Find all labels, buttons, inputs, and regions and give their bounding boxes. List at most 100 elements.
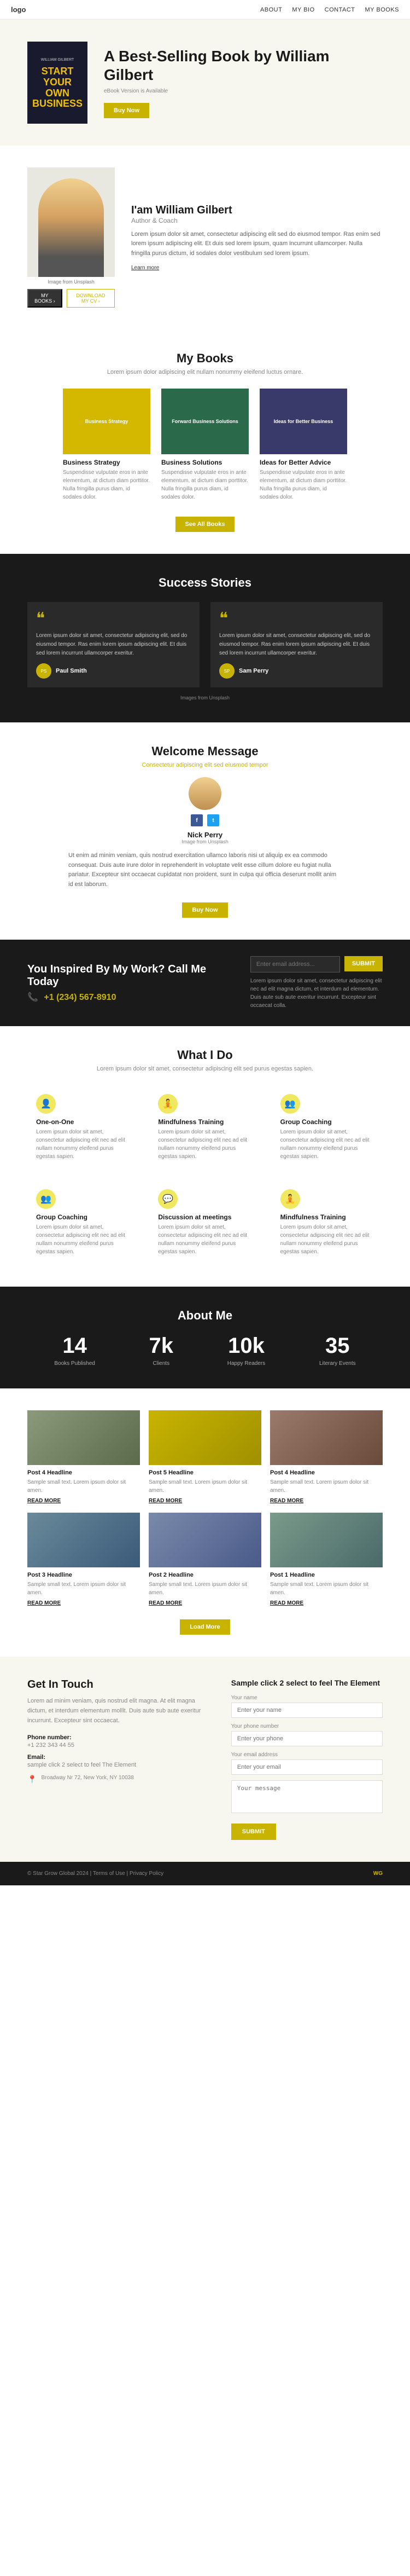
social-icons: f t: [27, 814, 383, 826]
contact-info-block: Get In Touch Lorem ad minim veniam, quis…: [27, 1678, 209, 1840]
footer: © Star Grow Global 2024 | Terms of Use |…: [0, 1862, 410, 1885]
service-title-4: Group Coaching: [36, 1213, 130, 1221]
book-desc-3: Suspendisse vulputate eros in ante eleme…: [260, 468, 347, 501]
read-more-4[interactable]: READ MORE: [27, 1498, 140, 1504]
service-title-2: Mindfulness Training: [158, 1118, 251, 1126]
story-text-1: Lorem ipsum dolor sit amet, consectetur …: [36, 632, 191, 658]
form-phone-input[interactable]: [231, 1731, 383, 1746]
load-more-button[interactable]: Load More: [180, 1619, 230, 1635]
twitter-icon[interactable]: t: [207, 814, 219, 826]
author-text-block: I'am William Gilbert Author & Coach Lore…: [131, 204, 383, 271]
contact-phone-block: Phone number: +1 232 343 44 55: [27, 1734, 209, 1749]
author-photo-label: Image from Unsplash: [27, 279, 115, 285]
post-desc-1: Sample small text. Lorem ipsum dolor sit…: [270, 1581, 383, 1597]
book-desc-1: Suspendisse vulputate eros in ante eleme…: [63, 468, 150, 501]
book-card-1: Business Strategy Business Strategy Susp…: [63, 389, 150, 501]
stat-number-4: 35: [319, 1334, 356, 1358]
read-more-5[interactable]: READ MORE: [149, 1498, 261, 1504]
download-cv-button[interactable]: DOWNLOAD MY CV ›: [67, 289, 115, 308]
posts-grid-1: Post 4 Headline Sample small text. Lorem…: [27, 1410, 383, 1504]
success-stories-section: Success Stories ❝ Lorem ipsum dolor sit …: [0, 554, 410, 722]
book-cover-1: Business Strategy: [63, 389, 150, 454]
nav-books[interactable]: MY BOOKS: [365, 7, 399, 13]
read-more-2[interactable]: READ MORE: [149, 1600, 261, 1606]
author-intro: Image from Unsplash MY BOOKS › DOWNLOAD …: [0, 146, 410, 329]
service-icon-5: 💬: [158, 1189, 178, 1209]
service-title-5: Discussion at meetings: [158, 1213, 251, 1221]
stat-label-2: Clients: [149, 1361, 174, 1367]
service-1: 👤 One-on-One Lorem ipsum dolor sit amet,…: [27, 1085, 138, 1170]
post-card-1: Post 1 Headline Sample small text. Lorem…: [270, 1513, 383, 1606]
footer-text: © Star Grow Global 2024 | Terms of Use |…: [27, 1871, 163, 1877]
welcome-title: Welcome Message: [27, 744, 383, 759]
what-i-do-section: What I Do Lorem ipsum dolor sit amet, co…: [0, 1026, 410, 1287]
form-phone-label: Your phone number: [231, 1723, 383, 1729]
form-email-input[interactable]: [231, 1759, 383, 1775]
posts-grid-2: Post 3 Headline Sample small text. Lorem…: [27, 1513, 383, 1606]
my-books-button[interactable]: MY BOOKS ›: [27, 289, 62, 308]
phone-label: Phone number:: [27, 1734, 209, 1741]
read-more-6[interactable]: READ MORE: [270, 1498, 383, 1504]
see-all-books-button[interactable]: See All Books: [175, 517, 235, 532]
form-phone-row: Your phone number: [231, 1723, 383, 1746]
service-desc-6: Lorem ipsum dolor sit amet, consectetur …: [280, 1223, 374, 1256]
books-title: My Books: [27, 351, 383, 366]
services-grid: 👤 One-on-One Lorem ipsum dolor sit amet,…: [27, 1085, 383, 1265]
author-greeting: I'am William Gilbert: [131, 204, 383, 217]
book-card-3: Ideas for Better Business Ideas for Bett…: [260, 389, 347, 501]
quote-mark-2: ❝: [219, 611, 374, 627]
form-message-textarea[interactable]: [231, 1780, 383, 1813]
book-cover: WILLIAM GILBERT STARTYOUROWNBUSINESS: [27, 42, 87, 124]
success-title: Success Stories: [27, 576, 383, 590]
stats-grid: 14 Books Published 7k Clients 10k Happy …: [27, 1334, 383, 1367]
book-desc-2: Suspendisse vulputate eros in ante eleme…: [161, 468, 249, 501]
service-desc-1: Lorem ipsum dolor sit amet, consectetur …: [36, 1128, 130, 1161]
story-avatar-2: SP: [219, 663, 235, 679]
nav-bio[interactable]: MY BIO: [292, 7, 314, 13]
stat-label-1: Books Published: [54, 1361, 95, 1367]
author-photo-block: Image from Unsplash MY BOOKS › DOWNLOAD …: [27, 167, 115, 308]
book-title-1: Business Strategy: [63, 459, 150, 466]
stat-2: 7k Clients: [149, 1334, 174, 1367]
hero-text: A Best-Selling Book by William Gilbert e…: [104, 47, 383, 118]
service-title-3: Group Coaching: [280, 1118, 374, 1126]
footer-brand: WG: [373, 1871, 383, 1877]
form-name-input[interactable]: [231, 1703, 383, 1718]
service-desc-4: Lorem ipsum dolor sit amet, consectetur …: [36, 1223, 130, 1256]
service-title-6: Mindfulness Training: [280, 1213, 374, 1221]
learn-more-link[interactable]: Learn more: [131, 265, 159, 271]
stat-number-3: 10k: [227, 1334, 265, 1358]
post-desc-2: Sample small text. Lorem ipsum dolor sit…: [149, 1581, 261, 1597]
phone-icon: 📞: [27, 993, 38, 1002]
service-icon-2: 🧘: [158, 1094, 178, 1114]
stat-3: 10k Happy Readers: [227, 1334, 265, 1367]
read-more-1[interactable]: READ MORE: [270, 1600, 383, 1606]
contact-submit-button[interactable]: SUBMIT: [231, 1824, 276, 1840]
facebook-icon[interactable]: f: [191, 814, 203, 826]
book-cover-2: Forward Business Solutions: [161, 389, 249, 454]
story-card-2: ❝ Lorem ipsum dolor sit amet, consectetu…: [210, 602, 383, 687]
contact-form-block: Sample click 2 select to feel The Elemen…: [231, 1678, 383, 1840]
post-desc-3: Sample small text. Lorem ipsum dolor sit…: [27, 1581, 140, 1597]
buy-now-button[interactable]: Buy Now: [104, 103, 149, 118]
submit-button[interactable]: SUBMIT: [344, 956, 383, 971]
book-cover-text-2: Forward Business Solutions: [172, 419, 238, 424]
nav-contact[interactable]: CONTACT: [325, 7, 355, 13]
read-more-3[interactable]: READ MORE: [27, 1600, 140, 1606]
nav-about[interactable]: ABOUT: [260, 7, 282, 13]
post-headline-1: Post 1 Headline: [270, 1572, 383, 1578]
post-headline-5: Post 5 Headline: [149, 1469, 261, 1476]
stat-label-3: Happy Readers: [227, 1361, 265, 1367]
welcome-buy-button[interactable]: Buy Now: [182, 902, 227, 918]
books-grid: Business Strategy Business Strategy Susp…: [27, 389, 383, 501]
post-image-3: [27, 1513, 140, 1567]
service-icon-6: 🧘: [280, 1189, 300, 1209]
post-headline-6: Post 4 Headline: [270, 1469, 383, 1476]
email-input[interactable]: [250, 956, 340, 972]
phone-number: +1 (234) 567-8910: [44, 993, 116, 1002]
service-icon-1: 👤: [36, 1094, 56, 1114]
author-role: Author & Coach: [131, 217, 383, 224]
author-description: Lorem ipsum dolor sit amet, consectetur …: [131, 230, 383, 259]
post-desc-4: Sample small text. Lorem ipsum dolor sit…: [27, 1478, 140, 1495]
stat-number-1: 14: [54, 1334, 95, 1358]
